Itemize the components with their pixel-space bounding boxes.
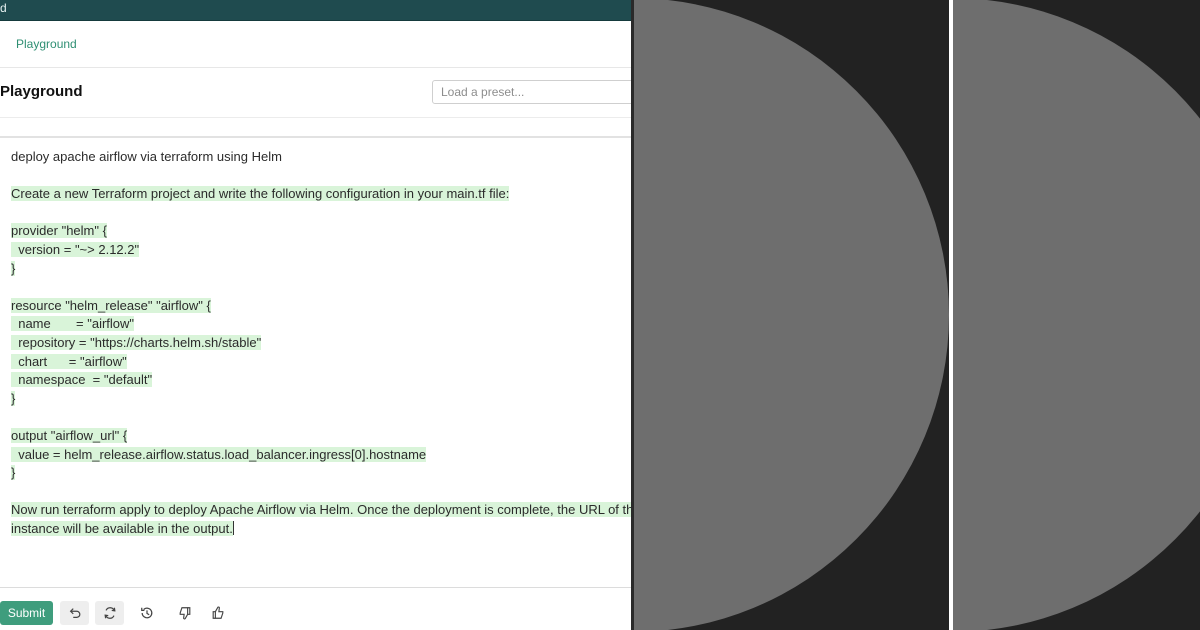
divider <box>0 136 631 138</box>
undo-icon <box>69 608 80 618</box>
regenerate-icon <box>103 607 116 619</box>
history-button[interactable] <box>135 601 159 625</box>
divider <box>0 117 631 118</box>
decorative-panel-right <box>953 0 1200 630</box>
history-icon <box>141 607 153 619</box>
thumbs-down-icon <box>179 607 191 620</box>
top-navbar: d <box>0 0 631 21</box>
text-cursor <box>232 520 234 535</box>
submit-button[interactable]: Submit <box>0 601 53 625</box>
thumbs-down-button[interactable] <box>173 601 197 625</box>
prompt-text: deploy apache airflow via terraform usin… <box>11 149 282 164</box>
semicircle-shape <box>634 0 949 630</box>
breadcrumb-playground[interactable]: Playground <box>16 37 77 51</box>
undo-button[interactable] <box>60 601 89 625</box>
divider <box>0 67 631 68</box>
thumbs-up-icon <box>212 606 224 619</box>
completion-text: Create a new Terraform project and write… <box>11 186 631 536</box>
page-title: Playground <box>0 83 83 100</box>
regenerate-button[interactable] <box>95 601 124 625</box>
load-preset-select[interactable] <box>432 80 631 104</box>
thumbs-up-button[interactable] <box>206 601 230 625</box>
playground-pane: d Playground Playground deploy apache ai… <box>0 0 631 630</box>
semicircle-shape <box>953 0 1200 630</box>
prompt-editor[interactable]: deploy apache airflow via terraform usin… <box>11 148 631 538</box>
divider <box>0 587 631 588</box>
decorative-panel-left <box>634 0 949 630</box>
brand-text[interactable]: d <box>0 1 7 15</box>
